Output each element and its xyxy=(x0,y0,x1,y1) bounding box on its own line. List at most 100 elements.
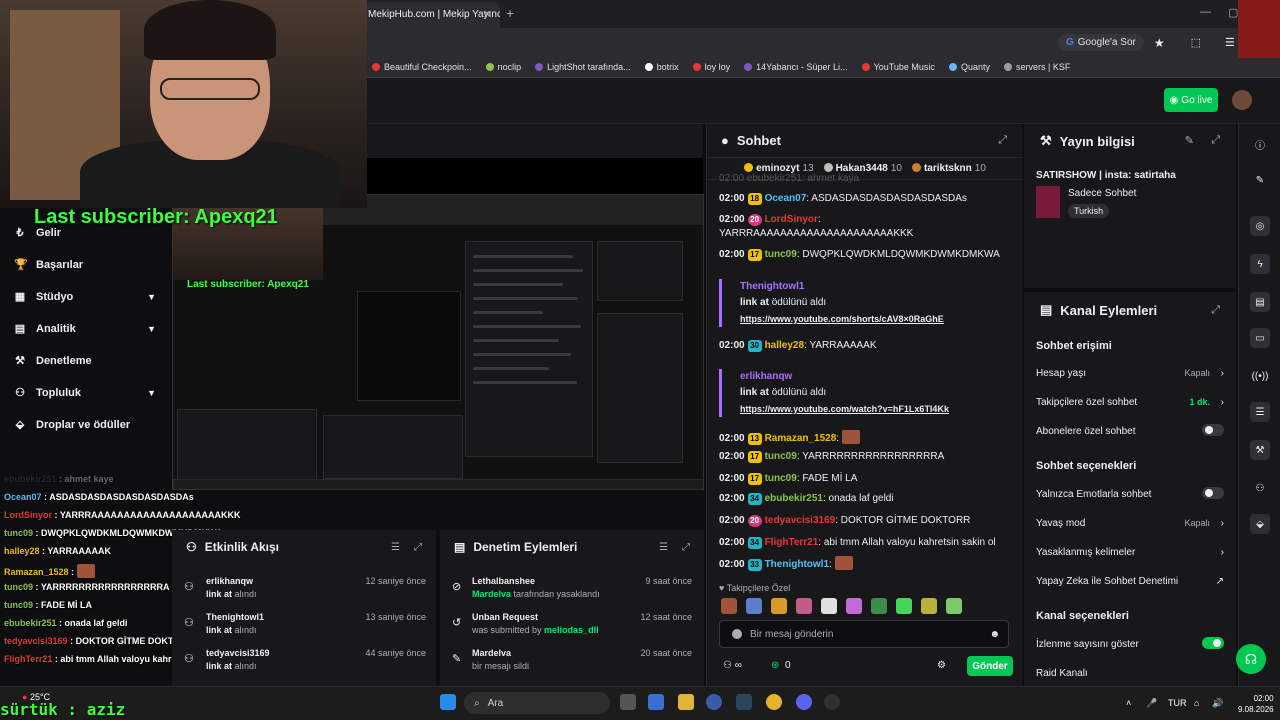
bookmark-item[interactable]: noclip xyxy=(485,62,521,72)
chat-message[interactable]: 02:00 17 tunc09: YARRRRRRRRRRRRRRRRRA xyxy=(719,450,1015,464)
emote-icon[interactable] xyxy=(896,598,912,614)
steam-icon[interactable] xyxy=(736,694,752,710)
sidebar-item-droplar-ve-d-ller[interactable]: ⬙ Droplar ve ödüller xyxy=(14,418,160,432)
channel-action-row[interactable]: Yalnızca Emotlarla sohbet xyxy=(1036,487,1226,500)
chat-input[interactable]: Bir mesaj gönderin ☻ xyxy=(719,620,1009,648)
send-button[interactable]: Gönder xyxy=(967,656,1013,676)
chat-username[interactable]: FlighTerr21 xyxy=(765,537,819,548)
bookmark-item[interactable]: Beautiful Checkpoin... xyxy=(372,62,472,72)
camera-icon[interactable]: ◎ xyxy=(1250,216,1270,236)
requester-user[interactable]: meliodas_dll xyxy=(544,625,599,635)
channel-action-row[interactable]: Abonelere özel sohbet xyxy=(1036,424,1226,437)
bookmark-item[interactable]: botrix xyxy=(644,62,679,72)
sidebar-item-denetleme[interactable]: ⚒ Denetleme xyxy=(14,354,160,368)
chat-username[interactable]: Ocean07 xyxy=(765,193,807,204)
channel-action-row[interactable]: Yasaklanmış kelimeler › xyxy=(1036,547,1226,558)
bookmark-item[interactable]: 14Yabancı - Süper Li... xyxy=(744,62,848,72)
chat-message[interactable]: 02:00 34 ebubekir251: onada laf geldi xyxy=(719,492,1015,506)
moderation-item[interactable]: Unban Request was submitted by meliodas_d… xyxy=(472,612,692,635)
chat-message[interactable]: 02:00 34 FlighTerr21: abi tmm Allah valoyu… xyxy=(719,536,1015,550)
channel-action-row[interactable]: Yavaş mod Kapalı › xyxy=(1036,518,1226,529)
extensions-icon[interactable]: ⬚ xyxy=(1191,36,1201,49)
popout-icon[interactable]: ⤢ xyxy=(682,542,690,553)
edit-icon[interactable]: ✎ xyxy=(1185,134,1194,147)
channel-action-row[interactable]: Hesap yaşı Kapalı › xyxy=(1036,368,1226,379)
chat-message[interactable]: 02:00 33 Thenightowl1: xyxy=(719,556,1015,572)
help-chat-button[interactable]: ☊ xyxy=(1236,644,1266,674)
redeem-link[interactable]: https://www.youtube.com/watch?v=hF1Lx6TI… xyxy=(740,401,1009,417)
maximize-icon[interactable]: ▢ xyxy=(1228,6,1238,19)
popout-icon[interactable]: ⤢ xyxy=(998,134,1007,147)
redeem-user[interactable]: erlikhanqw xyxy=(740,369,1009,385)
clock[interactable]: 02:00 9.08.2026 xyxy=(1238,693,1274,715)
close-tab-icon[interactable]: ✕ xyxy=(483,8,492,21)
channel-action-row[interactable]: Raid Kanalı xyxy=(1036,668,1226,679)
volume-icon[interactable]: 🔊 xyxy=(1212,698,1223,709)
toggle-switch[interactable] xyxy=(1202,487,1224,499)
bookmark-item[interactable]: YouTube Music xyxy=(861,62,935,72)
google-ask-button[interactable]: G Google'a Sor xyxy=(1058,34,1144,51)
filter-icon[interactable]: ☰ xyxy=(659,542,668,553)
bookmark-star-icon[interactable]: ★ xyxy=(1154,36,1165,50)
emote-icon[interactable] xyxy=(846,598,862,614)
chat-username[interactable]: tunc09 xyxy=(765,249,797,260)
redeem-link[interactable]: https://www.youtube.com/shorts/cAV8×0RaG… xyxy=(740,311,1009,327)
language-indicator[interactable]: TUR xyxy=(1168,698,1187,708)
browser-tab[interactable]: MekipHub.com | Mekip Yayıncı ✕ xyxy=(360,2,500,28)
activity-item[interactable]: tedyavcisi3169 link at alındı 44 saniye ön… xyxy=(206,648,426,671)
chat-username[interactable]: tunc09 xyxy=(765,451,797,462)
network-icon[interactable]: ⌂ xyxy=(1194,698,1199,708)
emote-icon[interactable] xyxy=(946,598,962,614)
chat-settings-icon[interactable]: ⚙ xyxy=(937,660,946,671)
bookmark-item[interactable]: servers | KSF xyxy=(1003,62,1070,72)
bookmark-item[interactable]: LightShot tarafında... xyxy=(535,62,631,72)
chat-username[interactable]: LordSinyor xyxy=(765,214,818,225)
moderation-item[interactable]: Mardelva bir mesajı sildi 20 saat önce xyxy=(472,648,692,671)
stack-icon[interactable]: ☰ xyxy=(1250,402,1270,422)
people-icon[interactable]: ⚇ xyxy=(1250,478,1270,498)
emote-icon[interactable] xyxy=(921,598,937,614)
moderation-item[interactable]: Lethalbanshee Mardelva tarafından yasakla… xyxy=(472,576,692,599)
emoji-icon[interactable]: ☻ xyxy=(989,629,1000,640)
bookmark-item[interactable]: Quanty xyxy=(948,62,990,72)
chat-message[interactable]: 02:00 17 tunc09: DWQPKLQWDKMLDQWMKDWMKDMKW… xyxy=(719,248,1015,262)
emote-icon[interactable] xyxy=(871,598,887,614)
category-name[interactable]: Sadece Sohbet xyxy=(1068,188,1136,199)
emote-icon[interactable] xyxy=(796,598,812,614)
pencil-icon[interactable]: ✎ xyxy=(1250,170,1270,190)
file-explorer-icon[interactable] xyxy=(678,694,694,710)
discord-icon[interactable] xyxy=(796,694,812,710)
chat-username[interactable]: tedyavcisi3169 xyxy=(765,515,836,526)
app-icon[interactable] xyxy=(648,694,664,710)
chat-message[interactable]: 02:00 13 Ramazan_1528: xyxy=(719,430,1015,446)
sidebar-item-ba-ar-lar[interactable]: 🏆 Başarılar xyxy=(14,258,160,272)
redeem-user[interactable]: Thenightowl1 xyxy=(740,279,1009,295)
channel-action-row[interactable]: İzlenme sayısını göster xyxy=(1036,637,1226,650)
chat-message[interactable]: 02:00 18 Ocean07: ASDASDASDASDASDASDASDAs xyxy=(719,192,1015,206)
start-icon[interactable] xyxy=(440,694,456,710)
bookmark-item[interactable]: loy loy xyxy=(692,62,730,72)
info-icon[interactable]: ⓘ xyxy=(1250,134,1270,154)
task-view-icon[interactable] xyxy=(620,694,636,710)
wrench-icon[interactable]: ⚒ xyxy=(1250,440,1270,460)
chat-username[interactable]: Ramazan_1528 xyxy=(765,433,837,444)
toggle-switch[interactable] xyxy=(1202,637,1224,649)
chat-username[interactable]: halley28 xyxy=(765,340,804,351)
emote-icon[interactable] xyxy=(746,598,762,614)
app-icon[interactable] xyxy=(706,694,722,710)
chat-icon[interactable]: ▭ xyxy=(1250,328,1270,348)
emote-icon[interactable] xyxy=(821,598,837,614)
activity-item[interactable]: Thenightowl1 link at alındı 13 saniye önce xyxy=(206,612,426,635)
popout-icon[interactable]: ⤢ xyxy=(1211,304,1220,317)
sidebar-item-topluluk[interactable]: ⚇ Topluluk ▼ xyxy=(14,386,160,400)
users-icon[interactable]: ⚇ ∞ xyxy=(723,660,742,671)
chat-message[interactable]: 02:00 17 tunc09: FADE Mİ LA xyxy=(719,472,1015,486)
language-tag[interactable]: Turkish xyxy=(1068,204,1110,218)
popout-icon[interactable]: ⤢ xyxy=(1211,134,1220,147)
obs-icon[interactable] xyxy=(824,694,840,710)
chat-message[interactable]: 02:00 30 halley28: YARRAAAAAK xyxy=(719,339,1015,353)
go-live-button[interactable]: ◉ Go live xyxy=(1164,88,1218,112)
points-icon[interactable]: ⊛ xyxy=(771,660,779,671)
chat-username[interactable]: tunc09 xyxy=(765,473,797,484)
gift-icon[interactable]: ⬙ xyxy=(1250,514,1270,534)
